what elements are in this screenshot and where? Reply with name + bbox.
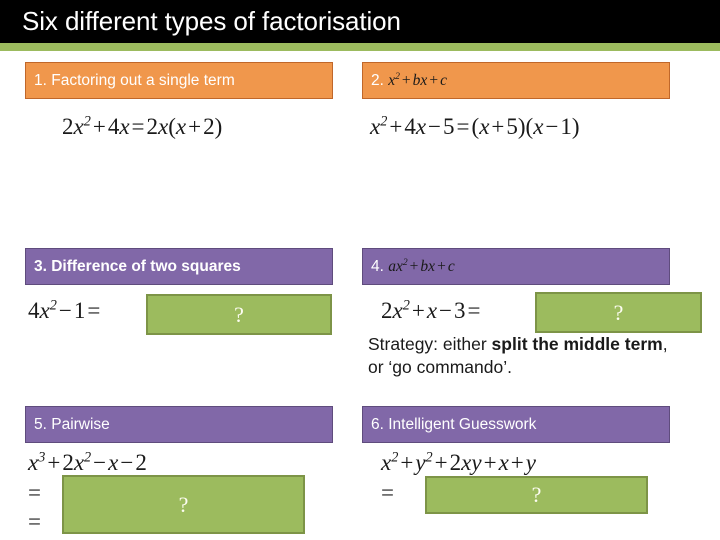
- equation-2-line-1: x2+4x−5=(x+5)(x−1): [370, 113, 580, 139]
- answer-box-5[interactable]: ?: [62, 475, 305, 534]
- page-title: Six different types of factorisation: [22, 6, 401, 36]
- heading-chip-2-label: 2. x2 + bx + c: [371, 70, 447, 89]
- answer-box-3-label: ?: [234, 301, 244, 327]
- heading-chip-4-label: 4. ax2 + bx + c: [371, 256, 455, 275]
- heading-chip-3[interactable]: 3. Difference of two squares: [25, 248, 333, 285]
- equation-5-line-1: x3+2x2−x−2: [28, 449, 147, 475]
- heading-chip-4[interactable]: 4. ax2 + bx + c: [362, 248, 670, 285]
- equation-3: 4x2−1=: [28, 296, 102, 326]
- answer-box-3[interactable]: ?: [146, 294, 332, 335]
- heading-chip-1-label: 1. Factoring out a single term: [34, 71, 235, 89]
- strategy-note-lead: Strategy: either: [368, 334, 492, 354]
- heading-chip-6[interactable]: 6. Intelligent Guesswork: [362, 406, 670, 443]
- title-bar: Six different types of factorisation: [0, 0, 720, 43]
- heading-chip-3-label: 3. Difference of two squares: [34, 257, 241, 275]
- heading-chip-2[interactable]: 2. x2 + bx + c: [362, 62, 670, 99]
- strategy-note: Strategy: either split the middle term, …: [368, 333, 686, 379]
- answer-box-4-label: ?: [613, 299, 624, 325]
- heading-chip-6-label: 6. Intelligent Guesswork: [371, 415, 537, 433]
- answer-box-5-label: ?: [178, 491, 189, 517]
- equation-1-line-1: 2x2+4x=2x(x+2): [62, 113, 223, 139]
- answer-box-6-label: ?: [531, 482, 542, 507]
- equation-2: x2+4x−5=(x+5)(x−1): [370, 112, 580, 142]
- strategy-note-emphasis: split the middle term: [491, 334, 663, 354]
- answer-box-6[interactable]: ?: [425, 476, 648, 514]
- title-accent-rule: [0, 43, 720, 51]
- equation-3-line-1: 4x2−1=: [28, 297, 101, 323]
- equation-4: 2x2+x−3=: [381, 296, 483, 326]
- answer-box-4[interactable]: ?: [535, 292, 702, 333]
- slide-canvas: Six different types of factorisation 1. …: [0, 0, 720, 540]
- heading-chip-5[interactable]: 5. Pairwise: [25, 406, 333, 443]
- heading-chip-1[interactable]: 1. Factoring out a single term: [25, 62, 333, 99]
- equation-6-line-1: x2+y2+2xy+x+y: [381, 449, 536, 475]
- equation-4-line-1: 2x2+x−3=: [381, 297, 481, 323]
- equation-1: 2x2+4x=2x(x+2): [62, 112, 222, 142]
- heading-chip-5-label: 5. Pairwise: [34, 415, 110, 433]
